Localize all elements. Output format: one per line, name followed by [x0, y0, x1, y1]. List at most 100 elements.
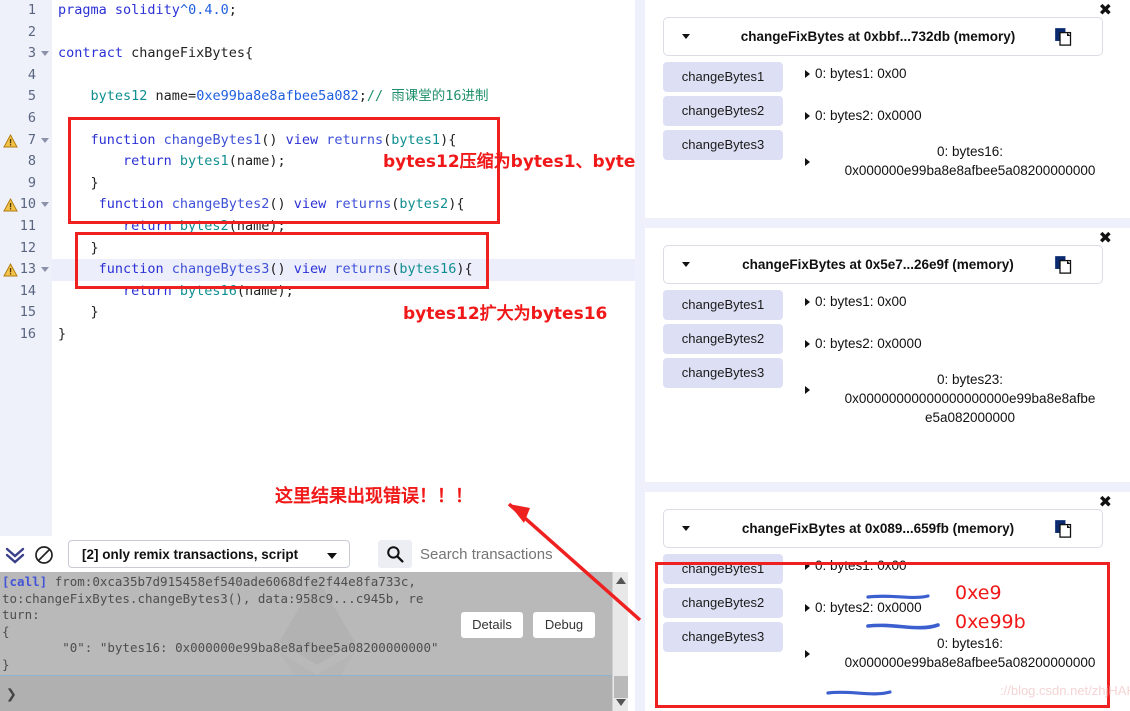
warning-icon[interactable] — [3, 263, 18, 277]
return-value-text: 0: bytes2: 0x0000 — [815, 336, 922, 351]
code-token: // 雨课堂的16进制 — [366, 88, 489, 105]
annotation-text-compress: bytes12压缩为bytes1、bytes2 — [383, 152, 658, 172]
return-value-row[interactable]: 0: bytes23: 0x00000000000000000000e99ba8… — [805, 370, 1125, 427]
return-value-text: 0: bytes1: 0x00 — [815, 66, 907, 81]
code-line[interactable] — [52, 65, 635, 87]
fold-arrow-icon[interactable] — [41, 267, 49, 273]
transaction-filter-label: [2] only remix transactions, script — [82, 547, 299, 562]
gutter-line: 11 — [0, 216, 52, 238]
transaction-filter-dropdown[interactable]: [2] only remix transactions, script — [68, 540, 350, 568]
annotation-text-expand: bytes12扩大为bytes16 — [403, 304, 608, 324]
return-value-row[interactable]: 0: bytes1: 0x00 — [805, 294, 1125, 309]
gutter-line: 1 — [0, 0, 52, 22]
code-token: solidity — [114, 2, 180, 18]
caret-down-icon[interactable] — [682, 526, 690, 531]
return-value-row[interactable]: 0: bytes16: 0x000000e99ba8e8afbee5a08200… — [805, 142, 1125, 180]
gutter-line: 12 — [0, 238, 52, 260]
log-body: from:0xca35b7d915458ef540ade6068dfe2f44e… — [2, 574, 439, 672]
code-token: changeFixBytes{ — [131, 45, 254, 62]
fold-arrow-icon[interactable] — [41, 202, 49, 208]
code-line[interactable]: bytes12 name=0xe99ba8e8afbee5a082;// 雨课堂… — [52, 86, 635, 108]
caret-down-icon[interactable] — [682, 262, 690, 267]
gutter-line: 2 — [0, 22, 52, 44]
line-number: 15 — [19, 304, 36, 321]
return-value-text: 0: bytes2: 0x0000 — [815, 108, 922, 123]
function-button[interactable]: changeBytes2 — [663, 96, 783, 126]
return-value-text: 0: bytes23: 0x00000000000000000000e99ba8… — [844, 372, 1096, 425]
gutter-line: 7 — [0, 130, 52, 152]
terminal-right-divider — [628, 572, 635, 711]
function-button[interactable]: changeBytes1 — [663, 62, 783, 92]
terminal-toolbar: [2] only remix transactions, script — [0, 536, 635, 572]
gutter-line: 13 — [0, 259, 52, 281]
code-line[interactable]: pragma solidity^0.4.0; — [52, 0, 635, 22]
expand-caret-icon[interactable] — [805, 158, 810, 166]
scroll-up-arrow-icon[interactable] — [616, 577, 626, 584]
warning-icon[interactable] — [3, 198, 18, 212]
clear-console-icon[interactable] — [34, 545, 54, 565]
editor-gutter: 1 2 3 4 5 6 7 8 9 10 11 12 13 14 15 16 — [0, 0, 52, 536]
code-token: contract — [58, 45, 132, 62]
transaction-panel[interactable]: ✖ changeFixBytes at 0xbbf...732db (memory… — [645, 0, 1130, 218]
remix-terminal[interactable]: [2] only remix transactions, script [cal… — [0, 536, 635, 711]
line-number: 5 — [27, 88, 36, 105]
code-editor[interactable]: 1 2 3 4 5 6 7 8 9 10 11 12 13 14 15 16 pragma solidity^… — [0, 0, 635, 536]
expand-caret-icon[interactable] — [805, 386, 810, 394]
terminal-log-text: [call] from:0xca35b7d915458ef540ade6068d… — [2, 574, 472, 674]
search-icon — [387, 546, 404, 563]
return-value-row[interactable]: 0: bytes2: 0x0000 — [805, 336, 1125, 351]
log-call-tag: [call] — [2, 574, 55, 589]
copy-icon[interactable] — [1055, 520, 1072, 538]
chevron-down-icon — [327, 553, 337, 559]
copy-icon[interactable] — [1055, 256, 1072, 274]
caret-down-icon[interactable] — [682, 34, 690, 39]
close-icon[interactable]: ✖ — [1099, 495, 1112, 511]
search-input[interactable] — [412, 540, 635, 568]
debug-button[interactable]: Debug — [533, 612, 595, 638]
expand-caret-icon[interactable] — [805, 340, 810, 348]
code-line[interactable]: contract changeFixBytes{ — [52, 43, 635, 65]
annotation-box-expand — [75, 232, 489, 289]
panel-header[interactable]: changeFixBytes at 0x089...659fb (memory) — [663, 509, 1103, 548]
close-icon[interactable]: ✖ — [1099, 231, 1112, 247]
terminal-scrollbar[interactable] — [612, 572, 629, 711]
panel-header[interactable]: changeFixBytes at 0x5e7...26e9f (memory) — [663, 245, 1103, 284]
panel-header[interactable]: changeFixBytes at 0xbbf...732db (memory) — [663, 17, 1103, 56]
expand-caret-icon[interactable] — [805, 298, 810, 306]
details-button[interactable]: Details — [461, 612, 523, 638]
search-button[interactable] — [378, 540, 412, 568]
code-token: 0xe99ba8e8afbee5a082 — [196, 88, 359, 105]
line-number: 14 — [19, 282, 36, 299]
code-token: } — [58, 325, 67, 342]
return-value-row[interactable]: 0: bytes1: 0x00 — [805, 66, 1125, 81]
terminal-log[interactable]: [call] from:0xca35b7d915458ef540ade6068d… — [0, 572, 635, 675]
gutter-line: 16 — [0, 324, 52, 346]
copy-icon[interactable] — [1055, 28, 1072, 46]
scroll-down-arrow-icon[interactable] — [616, 699, 626, 706]
panel-title: changeFixBytes at 0xbbf...732db (memory) — [740, 29, 1016, 44]
expand-caret-icon[interactable] — [805, 112, 810, 120]
line-number: 4 — [27, 66, 36, 83]
terminal-prompt-row[interactable]: ❯ — [0, 675, 635, 711]
code-line[interactable]: } — [52, 324, 635, 346]
close-icon[interactable]: ✖ — [1099, 3, 1112, 19]
code-line[interactable] — [52, 22, 635, 44]
fold-arrow-icon[interactable] — [41, 51, 49, 57]
scrollbar-thumb[interactable] — [614, 676, 628, 698]
transaction-panel[interactable]: ✖ changeFixBytes at 0x5e7...26e9f (memory… — [645, 228, 1130, 482]
gutter-line: 14 — [0, 281, 52, 303]
return-value-row[interactable]: 0: bytes2: 0x0000 — [805, 108, 1125, 123]
expand-caret-icon[interactable] — [805, 70, 810, 78]
chevron-double-down-icon[interactable] — [4, 545, 26, 565]
line-number: 12 — [19, 239, 36, 256]
line-number: 8 — [27, 153, 36, 170]
function-button[interactable]: changeBytes2 — [663, 324, 783, 354]
fold-arrow-icon[interactable] — [41, 137, 49, 143]
code-token: name= — [147, 88, 197, 105]
warning-icon[interactable] — [3, 133, 18, 148]
function-button[interactable]: changeBytes1 — [663, 290, 783, 320]
return-value-text: 0: bytes1: 0x00 — [815, 294, 907, 309]
function-button[interactable]: changeBytes3 — [663, 130, 783, 160]
function-button[interactable]: changeBytes3 — [663, 358, 783, 388]
gutter-line: 10 — [0, 194, 52, 216]
